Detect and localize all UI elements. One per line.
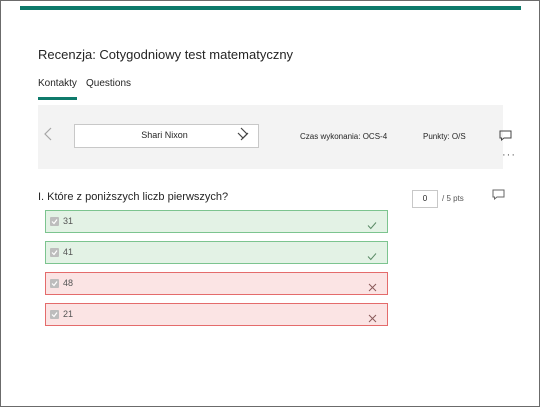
score-input[interactable]: 0 [412,190,438,208]
answer-value: 31 [63,216,74,226]
more-icon[interactable]: ··· [502,149,516,161]
checkbox [50,217,59,226]
comment-icon[interactable] [492,187,505,205]
close-icon [368,279,377,297]
points-summary: Punkty: O/S [423,132,466,141]
respondent-dropdown[interactable]: Shari Nixon [74,124,259,148]
window-frame: Recenzja: Cotygodniowy test matematyczny… [0,0,540,407]
tab-contacts[interactable]: Kontakty [38,78,77,100]
check-icon [367,217,377,235]
checkbox [50,310,59,319]
completion-time: Czas wykonania: OCS-4 [300,132,388,141]
score-total: / 5 pts [442,194,464,203]
chevron-right-icon[interactable] [240,127,250,143]
answer-option: 41 [45,241,388,264]
answer-value: 21 [63,309,74,319]
page-title: Recenzja: Cotygodniowy test matematyczny [38,47,294,62]
answer-option: 21 [45,303,388,326]
chevron-left-icon[interactable] [44,127,54,143]
check-icon [367,248,377,266]
comment-icon[interactable] [499,128,512,146]
question-text: I. Które z poniższych liczb pierwszych? [38,191,229,203]
checkbox [50,279,59,288]
answer-option: 31 [45,210,388,233]
answer-value: 48 [63,278,74,288]
answer-option: 48 [45,272,388,295]
respondent-name: Shari Nixon [141,130,188,140]
answer-value: 41 [63,247,74,257]
review-card: Recenzja: Cotygodniowy test matematyczny… [20,6,521,402]
respondent-toolbar: Shari Nixon Czas wykonania: OCS-4 Punkty… [38,105,515,169]
checkbox [50,248,59,257]
tab-questions[interactable]: Questions [86,78,131,89]
close-icon [368,310,377,328]
